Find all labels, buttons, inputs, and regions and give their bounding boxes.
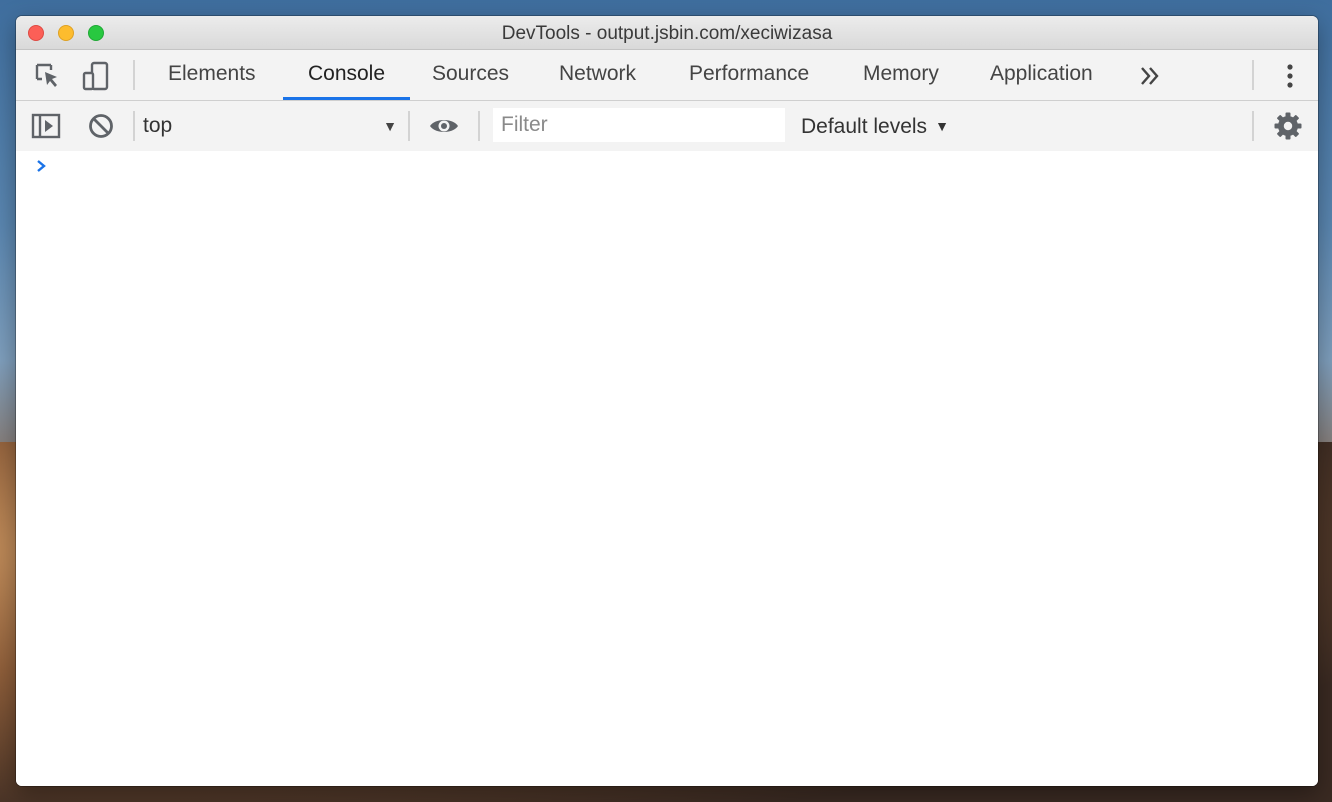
eye-icon[interactable] (428, 111, 458, 141)
console-output[interactable] (16, 151, 1318, 786)
tab-console[interactable]: Console (283, 50, 410, 100)
sidebar-toggle-icon[interactable] (31, 111, 61, 141)
dropdown-caret-icon: ▼ (383, 118, 397, 134)
tab-memory[interactable]: Memory (859, 50, 943, 100)
title-bar: DevTools - output.jsbin.com/xeciwizasa (16, 16, 1318, 50)
tab-elements[interactable]: Elements (164, 50, 260, 100)
window-title: DevTools - output.jsbin.com/xeciwizasa (501, 23, 833, 44)
tab-network[interactable]: Network (555, 50, 640, 100)
toolbar-divider (133, 111, 135, 141)
tab-performance[interactable]: Performance (685, 50, 813, 100)
console-toolbar: top ▼ Default levels ▼ (16, 101, 1318, 152)
chevron-double-right-icon[interactable] (1137, 63, 1167, 93)
devtools-window: DevTools - output.jsbin.com/xeciwizasa E… (16, 16, 1318, 786)
toolbar-divider (478, 111, 480, 141)
tab-sources[interactable]: Sources (428, 50, 513, 100)
kebab-menu-icon[interactable] (1275, 61, 1305, 91)
context-selector[interactable]: top ▼ (143, 109, 397, 143)
inspect-element-icon[interactable] (33, 61, 63, 91)
console-prompt-icon (34, 159, 48, 173)
log-levels-label: Default levels (801, 115, 928, 138)
tab-application[interactable]: Application (986, 50, 1097, 100)
context-selector-value: top (143, 114, 173, 137)
dropdown-caret-icon: ▼ (935, 118, 949, 134)
device-toolbar-icon[interactable] (81, 61, 111, 91)
clear-console-icon[interactable] (86, 111, 116, 141)
toolbar-divider (133, 60, 135, 90)
gear-icon[interactable] (1273, 111, 1303, 141)
filter-input[interactable] (493, 108, 785, 142)
toolbar-divider (1252, 111, 1254, 141)
toolbar-divider (1252, 60, 1254, 90)
devtools-tab-bar: Elements Console Sources Network Perform… (16, 50, 1318, 101)
toolbar-divider (408, 111, 410, 141)
log-levels-dropdown[interactable]: Default levels ▼ (801, 109, 949, 143)
